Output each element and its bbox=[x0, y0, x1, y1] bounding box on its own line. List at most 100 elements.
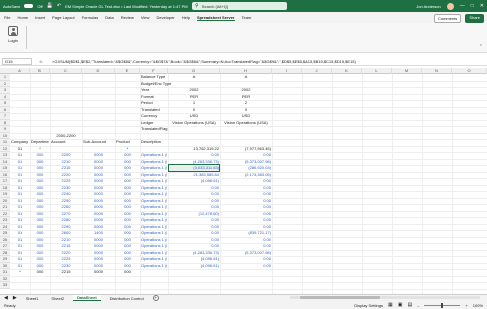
department-cell[interactable]: 000 bbox=[31, 217, 49, 223]
sub-account-cell[interactable]: 0000 bbox=[83, 204, 114, 210]
menu-home[interactable]: Home bbox=[17, 15, 28, 20]
description-cell[interactable]: Operations 1 (B) bbox=[141, 211, 167, 217]
sub-account-cell[interactable]: 0000 bbox=[83, 243, 114, 249]
value-g-cell[interactable]: (4,096.61) bbox=[169, 256, 219, 262]
param-value-g[interactable] bbox=[169, 81, 219, 87]
product-cell[interactable]: 000 bbox=[116, 204, 139, 210]
sheet-tab-sheet1[interactable]: Sheet1 bbox=[22, 296, 43, 301]
param-value-g[interactable]: 1 bbox=[169, 100, 219, 106]
department-cell[interactable]: 000 bbox=[31, 263, 49, 269]
display-settings[interactable]: Display Settings bbox=[354, 303, 383, 308]
account-cell[interactable]: 2600 bbox=[51, 230, 81, 236]
column-header-i[interactable]: I bbox=[272, 68, 302, 74]
value-h-cell[interactable]: 0.00 bbox=[221, 211, 271, 217]
description-cell[interactable]: Operations 1 (B) bbox=[141, 159, 167, 165]
account-cell[interactable]: 2210 bbox=[51, 237, 81, 243]
department-cell[interactable]: 000 bbox=[31, 211, 49, 217]
value-g-cell[interactable]: 0.00 bbox=[169, 204, 219, 210]
menu-team[interactable]: Team bbox=[242, 15, 252, 20]
description-cell[interactable]: Operations 1 (B) bbox=[141, 243, 167, 249]
account-cell[interactable]: 2290 bbox=[51, 224, 81, 230]
account-cell[interactable]: 2225 bbox=[51, 178, 81, 184]
company-cell[interactable]: 01 bbox=[11, 185, 29, 191]
param-value-g[interactable] bbox=[169, 126, 219, 132]
header-product[interactable]: Product bbox=[116, 139, 139, 145]
column-header-m[interactable]: M bbox=[392, 68, 422, 74]
value-g-cell[interactable]: (4,096.61) bbox=[169, 178, 219, 184]
menu-developer[interactable]: Developer bbox=[156, 15, 174, 20]
sub-account-cell[interactable]: 0000 bbox=[83, 191, 114, 197]
sub-account-cell[interactable]: 0000 bbox=[83, 237, 114, 243]
product-cell[interactable]: 000 bbox=[116, 263, 139, 269]
product-cell[interactable]: 000 bbox=[116, 159, 139, 165]
product-cell[interactable]: 000 bbox=[116, 152, 139, 158]
param-value-h[interactable]: PER bbox=[221, 94, 271, 100]
column-header-l[interactable]: L bbox=[362, 68, 392, 74]
search-box[interactable]: ⚲ Search (Alt+Q) bbox=[192, 2, 287, 10]
param-value-g[interactable]: 2002 bbox=[169, 87, 219, 93]
account-cell[interactable]: 2240 bbox=[51, 191, 81, 197]
fx-icon[interactable]: fx bbox=[32, 59, 50, 64]
sheet-tab-sheet2[interactable]: Sheet2 bbox=[47, 296, 68, 301]
department-cell[interactable]: 000 bbox=[31, 178, 49, 184]
param-value-h[interactable]: Vision Operations (USA) bbox=[221, 120, 271, 126]
department-cell[interactable]: 000 bbox=[31, 224, 49, 230]
value-g-cell[interactable]: (3,033,311.63) bbox=[168, 164, 220, 172]
account-cell[interactable]: 2260 bbox=[51, 204, 81, 210]
sub-account-cell[interactable]: 0000 bbox=[83, 185, 114, 191]
last-company-cell[interactable]: * bbox=[11, 269, 29, 275]
close-icon[interactable]: ✕ bbox=[480, 3, 484, 9]
total-company[interactable]: 01 bbox=[11, 146, 29, 152]
sub-account-cell[interactable]: 0000 bbox=[83, 211, 114, 217]
value-g-cell[interactable]: 0.00 bbox=[169, 191, 219, 197]
value-g-cell[interactable]: (4,096.61) bbox=[169, 263, 219, 269]
product-cell[interactable]: 000 bbox=[116, 217, 139, 223]
header-description[interactable]: Description bbox=[141, 139, 167, 145]
department-cell[interactable]: 000 bbox=[31, 165, 49, 171]
company-cell[interactable]: 01 bbox=[11, 243, 29, 249]
company-cell[interactable]: 01 bbox=[11, 263, 29, 269]
zoom-out-icon[interactable]: – bbox=[417, 303, 419, 308]
sub-account-cell[interactable]: 0000 bbox=[83, 172, 114, 178]
product-cell[interactable]: 000 bbox=[116, 243, 139, 249]
sub-account-cell[interactable]: 0000 bbox=[83, 250, 114, 256]
menu-spreadsheet-server[interactable]: Spreadsheet Server bbox=[196, 15, 235, 21]
maximize-icon[interactable]: □ bbox=[471, 3, 474, 9]
column-header-n[interactable]: N bbox=[422, 68, 452, 74]
param-value-h[interactable]: A bbox=[221, 74, 271, 80]
column-header-e[interactable]: E bbox=[115, 68, 140, 74]
account-cell[interactable]: 2215 bbox=[51, 243, 81, 249]
value-g-cell[interactable]: (4,283,336.73) bbox=[169, 250, 219, 256]
value-g-cell[interactable]: 0.00 bbox=[169, 243, 219, 249]
column-header-a[interactable]: A bbox=[10, 68, 30, 74]
share-button[interactable]: Share bbox=[465, 14, 484, 23]
product-cell[interactable]: 000 bbox=[116, 165, 139, 171]
value-g-cell[interactable]: 0.00 bbox=[169, 230, 219, 236]
company-cell[interactable]: 01 bbox=[11, 250, 29, 256]
value-h-cell[interactable]: 0.00 bbox=[221, 185, 271, 191]
last-department-cell[interactable]: 000 bbox=[31, 269, 49, 275]
total-product[interactable]: * bbox=[116, 146, 139, 152]
account-cell[interactable]: 2230 bbox=[51, 263, 81, 269]
zoom-in-icon[interactable]: + bbox=[465, 303, 467, 308]
company-cell[interactable]: 01 bbox=[11, 178, 29, 184]
sub-account-cell[interactable]: 0000 bbox=[83, 224, 114, 230]
total-g[interactable]: 13,762,319.22 bbox=[169, 146, 219, 152]
normal-view-icon[interactable]: ▦ bbox=[388, 302, 393, 308]
last-account-cell[interactable]: 2215 bbox=[51, 269, 81, 275]
company-cell[interactable]: 01 bbox=[11, 198, 29, 204]
menu-view[interactable]: View bbox=[141, 15, 150, 20]
param-value-h[interactable]: 2 bbox=[221, 100, 271, 106]
menu-insert[interactable]: Insert bbox=[35, 15, 45, 20]
value-h-cell[interactable]: (2,174,383.05) bbox=[221, 172, 271, 178]
product-cell[interactable]: 000 bbox=[116, 185, 139, 191]
account-range[interactable]: 2000-2200 bbox=[51, 133, 81, 139]
autosave-toggle[interactable] bbox=[24, 4, 34, 8]
company-cell[interactable]: 01 bbox=[11, 237, 29, 243]
description-cell[interactable]: Operations 1 (B) bbox=[141, 237, 167, 243]
company-cell[interactable]: 01 bbox=[11, 191, 29, 197]
company-cell[interactable]: 01 bbox=[11, 152, 29, 158]
row-header[interactable]: 33 bbox=[0, 282, 10, 289]
department-cell[interactable]: 000 bbox=[31, 230, 49, 236]
header-department[interactable]: Department bbox=[31, 139, 49, 145]
